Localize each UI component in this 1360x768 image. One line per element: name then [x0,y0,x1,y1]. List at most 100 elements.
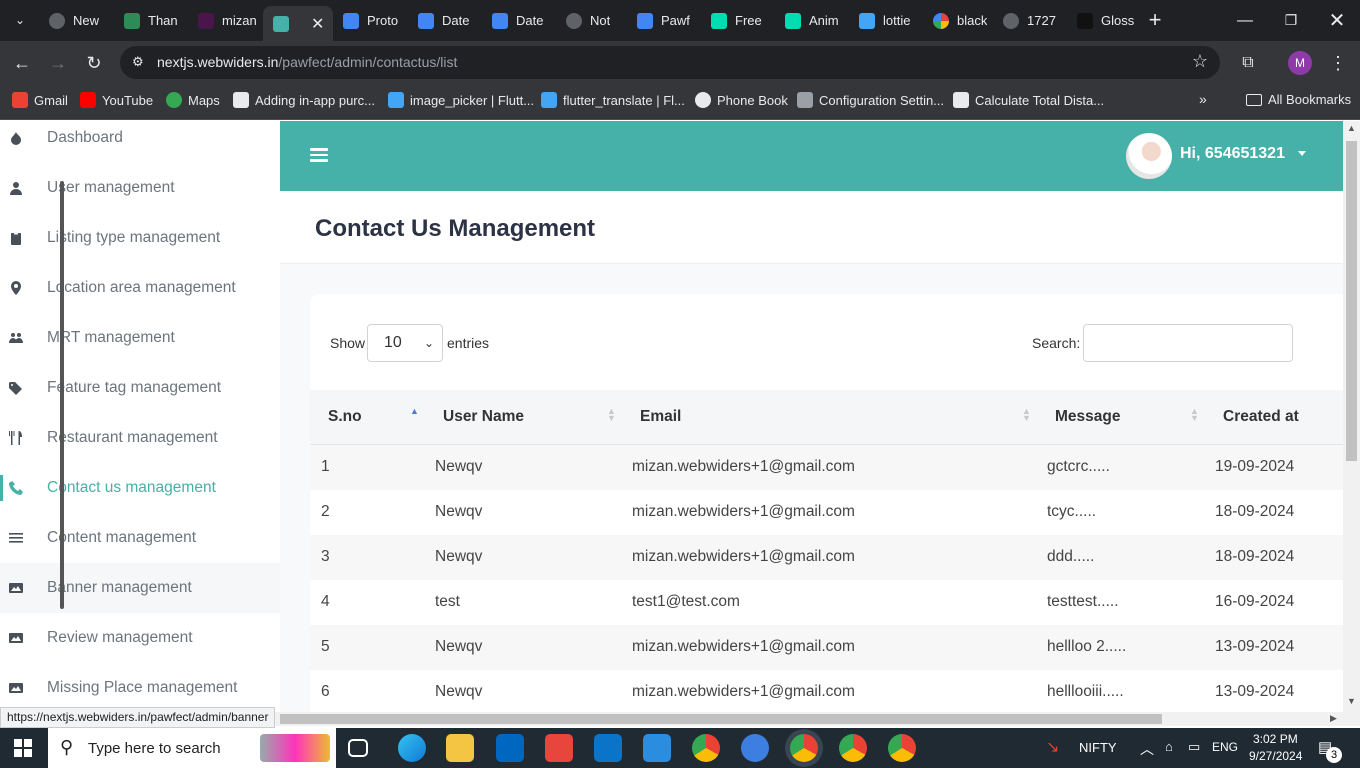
sidebar-item[interactable]: Contact us management [0,463,280,513]
language-indicator[interactable]: ENG [1212,740,1238,754]
bookmark-item[interactable]: Adding in-app purc... [233,92,375,108]
sort-both-icon[interactable]: ▲ ▼ [1190,407,1199,423]
sidebar-item[interactable]: Review management [0,613,280,663]
android-studio-icon[interactable] [741,734,769,762]
url-text[interactable]: nextjs.webwiders.in/pawfect/admin/contac… [157,54,457,70]
browser-tab[interactable]: lottie [849,6,919,35]
browser-tab[interactable]: Free [701,6,771,35]
chrome-icon[interactable] [692,734,720,762]
browser-tab[interactable]: mizan [188,6,258,35]
sidebar-item[interactable]: User management [0,163,280,213]
entries-length-select[interactable]: 10 ⌄ [367,324,443,362]
bookmark-item[interactable]: Gmail [12,92,68,108]
sort-both-icon[interactable]: ▲ ▼ [1022,407,1031,423]
close-tab-icon[interactable]: ✕ [311,14,324,34]
table-row[interactable]: 5 Newqv mizan.webwiders+1@gmail.com hellloo… [310,625,1343,670]
all-bookmarks[interactable]: All Bookmarks [1246,92,1351,107]
address-bar[interactable]: ⚙ nextjs.webwiders.in/pawfect/admin/cont… [120,46,1220,79]
browser-tab[interactable]: New [39,6,109,35]
hamburger-menu-icon[interactable] [310,148,328,162]
browser-tab[interactable]: Date [408,6,478,35]
tab-search-chevron-icon[interactable]: ⌄ [6,6,34,34]
sidebar-item[interactable]: Feature tag management [0,363,280,413]
sidebar-item[interactable]: MRT management [0,313,280,363]
stock-chart-icon[interactable]: ↘ [1046,737,1059,757]
clock-date[interactable]: 9/27/2024 [1249,749,1302,763]
browser-tab[interactable]: Date [482,6,552,35]
chevron-down-icon: ⌄ [423,336,434,350]
col-email[interactable]: Email [640,408,681,426]
bookmark-item[interactable]: image_picker | Flutt... [388,92,534,108]
store-icon[interactable] [496,734,524,762]
new-tab-button[interactable]: + [1141,6,1169,34]
sidebar-item[interactable]: Content management [0,513,280,563]
sidebar-item[interactable]: Listing type management [0,213,280,263]
sidebar-item[interactable]: Missing Place management [0,663,280,712]
browser-tab[interactable]: Not [556,6,626,35]
bookmark-item[interactable]: flutter_translate | Fl... [541,92,685,108]
bookmark-item[interactable]: Maps [166,92,220,108]
file-explorer-icon[interactable] [446,734,474,762]
minimize-button[interactable]: — [1222,0,1268,41]
browser-tab[interactable]: Proto [333,6,403,35]
close-window-button[interactable]: ✕ [1314,0,1360,41]
windows-start-icon[interactable] [14,739,32,757]
restore-button[interactable]: ❐ [1268,0,1314,41]
tray-chevron-icon[interactable]: ︿ [1140,739,1154,759]
browser-tab[interactable]: Pawf [627,6,697,35]
profile-avatar[interactable]: M [1288,51,1312,75]
back-button[interactable]: ← [8,49,36,77]
col-user-name[interactable]: User Name [443,408,524,426]
browser-tab[interactable]: ✕ [263,6,333,41]
mail-icon[interactable] [594,734,622,762]
table-row[interactable]: 6 Newqv mizan.webwiders+1@gmail.com hellloo… [310,670,1343,715]
bookmark-item[interactable]: Calculate Total Dista... [953,92,1104,108]
sidebar-item[interactable]: Location area management [0,263,280,313]
search-input[interactable] [1083,324,1293,362]
vscode-icon[interactable] [643,734,671,762]
table-row[interactable]: 1 Newqv mizan.webwiders+1@gmail.com gctcrc.… [310,445,1343,490]
anydesk-icon[interactable] [545,734,573,762]
vertical-scrollbar[interactable]: ▲ ▼ [1343,121,1360,726]
browser-tab[interactable]: Gloss [1067,6,1137,35]
user-greeting[interactable]: Hi, 654651321 [1180,145,1285,163]
table-row[interactable]: 3 Newqv mizan.webwiders+1@gmail.com ddd....… [310,535,1343,580]
user-avatar[interactable] [1126,133,1172,179]
volume-icon[interactable]: ▭ [1188,739,1200,755]
network-icon[interactable]: ⌂ [1165,739,1173,754]
caret-down-icon[interactable] [1298,151,1306,156]
chrome-profile-p-icon[interactable] [888,734,916,762]
sidebar-scrollbar[interactable] [60,181,64,609]
bookmark-item[interactable]: Configuration Settin... [797,92,944,108]
browser-tab[interactable]: black [923,6,989,35]
sidebar-item[interactable]: Dashboard [0,121,280,163]
browser-tab[interactable]: 1727 [993,6,1063,35]
extensions-icon[interactable]: ⧉ [1234,49,1262,77]
site-info-icon[interactable]: ⚙ [132,54,144,70]
forward-button[interactable]: → [44,49,72,77]
table-row[interactable]: 2 Newqv mizan.webwiders+1@gmail.com tcyc...… [310,490,1343,535]
col-message[interactable]: Message [1055,408,1120,426]
nifty-ticker[interactable]: NIFTY [1079,740,1117,755]
sidebar-item[interactable]: Banner management [0,563,280,613]
browser-tab[interactable]: Than [114,6,184,35]
taskbar-search-box[interactable]: ⚲ Type here to search [48,728,336,768]
sort-both-icon[interactable]: ▲ ▼ [607,407,616,423]
task-view-icon[interactable] [348,739,368,757]
browser-tab[interactable]: Anim [775,6,845,35]
menu-kebab-icon[interactable]: ⋮ [1324,49,1352,77]
clock-time[interactable]: 3:02 PM [1253,732,1298,746]
reload-button[interactable]: ↻ [80,49,108,77]
sort-asc-icon[interactable]: ▲ [410,407,419,416]
bookmark-item[interactable]: Phone Book [695,92,788,108]
chrome-icon[interactable] [839,734,867,762]
bookmark-star-icon[interactable]: ☆ [1192,51,1208,72]
table-row[interactable]: 4 test test1@test.com testtest..... 16-09-20… [310,580,1343,625]
col-sno[interactable]: S.no [328,408,362,426]
more-bookmarks-icon[interactable]: » [1199,91,1207,107]
chrome-profile-m-icon[interactable] [790,734,818,762]
sidebar-item[interactable]: Restaurant management [0,413,280,463]
col-created-at[interactable]: Created at [1223,408,1299,426]
bookmark-item[interactable]: YouTube [80,92,153,108]
edge-icon[interactable] [398,734,426,762]
